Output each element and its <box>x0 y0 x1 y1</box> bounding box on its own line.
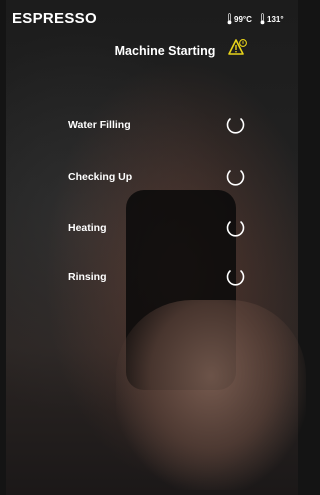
step-label: Heating <box>68 222 107 234</box>
machine-display <box>6 0 306 495</box>
step-label: Rinsing <box>68 271 107 283</box>
status-bar: ESPRESSO 99°C 131° <box>0 0 298 34</box>
loading-spinner-icon <box>226 118 245 134</box>
temperature-readout-1: 99°C <box>227 13 252 25</box>
step-water-filling: Water Filling <box>0 114 298 138</box>
loading-spinner-icon <box>226 221 245 237</box>
step-heating: Heating <box>0 217 298 241</box>
loading-spinner-icon <box>226 170 245 186</box>
warning-triangle-icon[interactable] <box>228 38 248 58</box>
temperature-value-2: 131° <box>267 14 284 24</box>
page-title-text: Machine Starting <box>114 44 216 58</box>
thermometer-icon <box>227 13 232 25</box>
step-checking-up: Checking Up <box>0 166 298 190</box>
loading-spinner-icon <box>226 270 245 286</box>
temperature-value-1: 99°C <box>234 14 252 24</box>
temperature-readout-2: 131° <box>260 13 284 25</box>
page-title: Machine Starting <box>0 44 298 58</box>
reflection-hand <box>116 300 306 490</box>
step-label: Water Filling <box>68 119 131 131</box>
step-label: Checking Up <box>68 171 133 183</box>
step-rinsing: Rinsing <box>0 266 298 290</box>
thermometer-icon <box>260 13 265 25</box>
brand-label: ESPRESSO <box>12 10 97 27</box>
